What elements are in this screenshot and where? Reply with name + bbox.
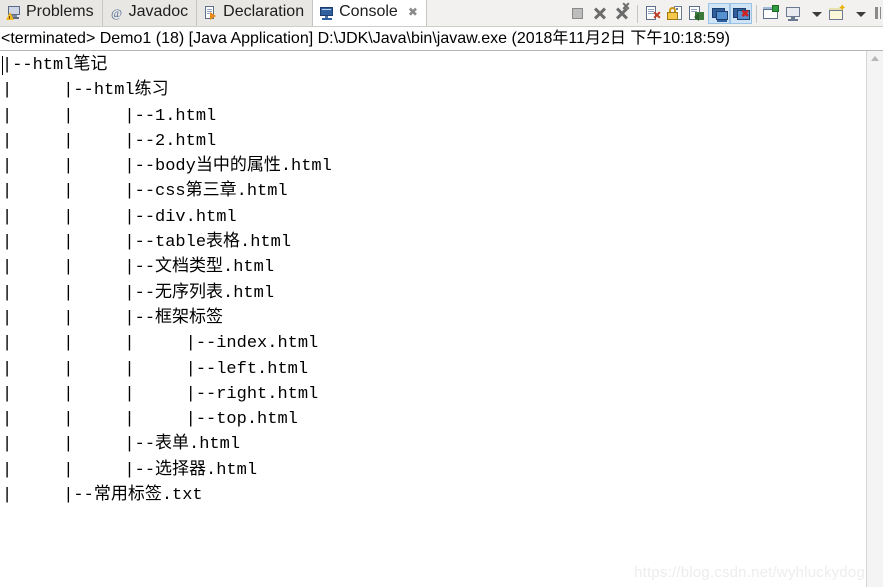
eclipse-console-view: Problems @ Javadoc Declaration Console ✖ [0, 0, 883, 587]
clear-console-button[interactable] [642, 3, 664, 24]
close-icon[interactable]: ✖ [408, 0, 418, 25]
console-icon [319, 5, 335, 21]
remove-launch-button[interactable] [589, 3, 611, 24]
vertical-scrollbar[interactable] [866, 51, 883, 587]
show-console-on-error-button[interactable]: ✖ [730, 3, 752, 24]
tab-javadoc[interactable]: @ Javadoc [102, 0, 198, 26]
terminate-button[interactable] [567, 3, 589, 24]
display-console-dropdown[interactable] [805, 3, 827, 24]
tab-javadoc-label: Javadoc [128, 3, 189, 20]
tab-declaration[interactable]: Declaration [197, 0, 314, 26]
tab-list: Problems @ Javadoc Declaration Console ✖ [0, 0, 427, 26]
javadoc-icon: @ [111, 6, 123, 20]
toolbar-separator [637, 4, 638, 23]
x-icon [589, 3, 611, 24]
tab-problems-label: Problems [26, 3, 94, 20]
console-toolbar: ✖ ✦ [567, 1, 881, 26]
pin-console-button[interactable] [761, 3, 783, 24]
chevron-down-icon [812, 12, 822, 17]
view-tabbar: Problems @ Javadoc Declaration Console ✖ [0, 0, 883, 27]
view-menu-button[interactable] [871, 3, 881, 24]
chevron-down-icon-2 [856, 12, 866, 17]
xx-icon [611, 2, 633, 24]
text-caret [2, 56, 3, 75]
tab-declaration-label: Declaration [223, 3, 305, 20]
display-selected-console-button[interactable] [783, 3, 805, 24]
stop-square-icon [572, 8, 583, 19]
declaration-icon [203, 5, 219, 21]
open-console-dropdown[interactable] [849, 3, 871, 24]
console-output-area[interactable]: |--html笔记 | |--html练习 | | |--1.html | | … [0, 51, 866, 587]
show-console-on-output-button[interactable] [708, 3, 730, 24]
tab-console[interactable]: Console ✖ [313, 0, 427, 26]
remove-all-terminated-button[interactable] [611, 2, 633, 24]
tab-console-label: Console [339, 3, 398, 20]
console-output-text: |--html笔记 | |--html练习 | | |--1.html | | … [2, 56, 332, 506]
scroll-up-arrow-icon[interactable] [871, 56, 879, 61]
open-console-button[interactable]: ✦ [827, 3, 849, 24]
problems-icon [6, 5, 22, 21]
console-launch-header: <terminated> Demo1 (18) [Java Applicatio… [0, 27, 883, 51]
word-wrap-button[interactable] [686, 3, 708, 24]
tab-problems[interactable]: Problems [0, 0, 103, 26]
toolbar-separator-2 [756, 4, 757, 23]
watermark: https://blog.csdn.net/wyhluckydog [634, 564, 865, 581]
scroll-lock-button[interactable] [664, 3, 686, 24]
